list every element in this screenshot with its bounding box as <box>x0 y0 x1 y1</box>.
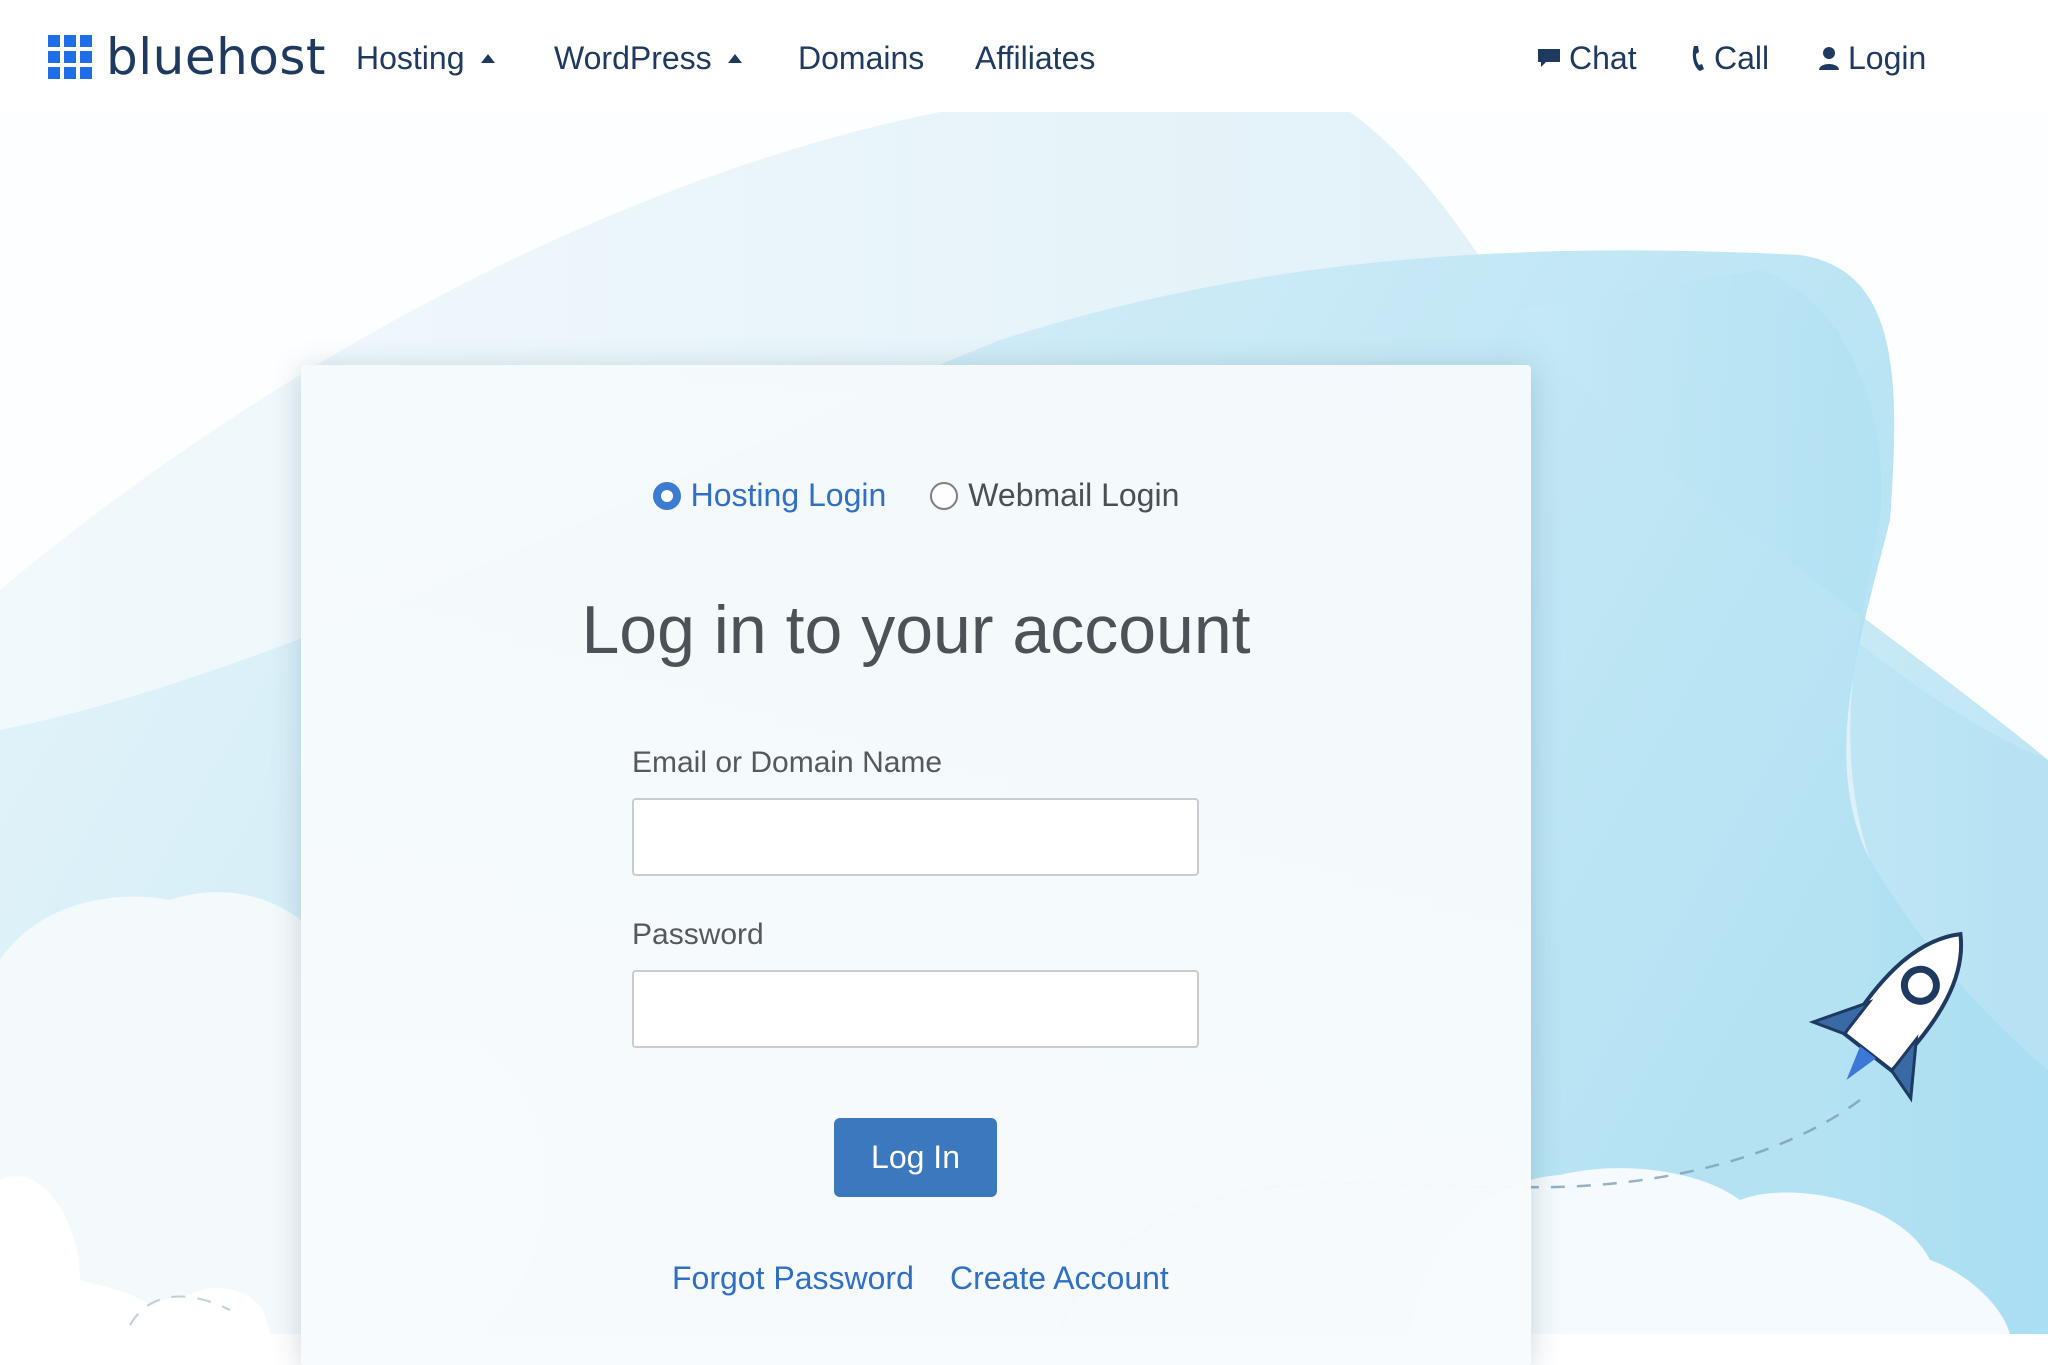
site-header: bluehost Hosting WordPress Domains Affil… <box>0 0 2048 112</box>
password-field-label: Password <box>632 918 764 951</box>
call-label: Call <box>1714 40 1770 76</box>
nav-domains[interactable]: Domains <box>798 38 924 78</box>
login-type-selector: Hosting Login Webmail Login <box>301 477 1531 514</box>
nav-wordpress-label: WordPress <box>554 40 712 76</box>
webmail-login-option[interactable]: Webmail Login <box>930 477 1179 514</box>
user-icon <box>1819 47 1839 70</box>
nav-wordpress[interactable]: WordPress <box>554 38 742 78</box>
hosting-login-option[interactable]: Hosting Login <box>652 477 887 514</box>
forgot-password-link[interactable]: Forgot Password <box>672 1258 914 1298</box>
nav-hosting-label: Hosting <box>356 40 465 76</box>
nav-affiliates[interactable]: Affiliates <box>975 38 1095 78</box>
hosting-login-label: Hosting Login <box>690 477 887 513</box>
phone-icon <box>1692 46 1704 71</box>
call-link[interactable]: Call <box>1688 38 1769 78</box>
caret-up-icon <box>727 53 742 63</box>
brand-logo[interactable]: bluehost <box>48 32 326 82</box>
page-title: Log in to your account <box>581 592 1251 668</box>
radio-unselected-icon[interactable] <box>930 481 959 510</box>
login-label: Login <box>1848 40 1927 76</box>
chat-bubble-icon <box>1538 49 1560 67</box>
chat-label: Chat <box>1569 40 1637 76</box>
nav-hosting[interactable]: Hosting <box>356 38 495 78</box>
email-field[interactable] <box>632 798 1199 876</box>
webmail-login-label: Webmail Login <box>968 477 1180 513</box>
chat-link[interactable]: Chat <box>1537 38 1637 78</box>
password-field[interactable] <box>632 970 1199 1048</box>
create-account-link[interactable]: Create Account <box>950 1258 1169 1298</box>
email-field-label: Email or Domain Name <box>632 746 943 779</box>
radio-selected-icon[interactable] <box>652 481 681 510</box>
logo-grid-icon <box>48 35 92 79</box>
login-button[interactable]: Log In <box>834 1118 997 1197</box>
brand-name: bluehost <box>106 28 327 86</box>
nav-affiliates-label: Affiliates <box>975 40 1096 76</box>
nav-domains-label: Domains <box>798 40 925 76</box>
login-card: Hosting Login Webmail Login Log in to yo… <box>301 365 1531 1365</box>
caret-up-icon <box>480 53 495 63</box>
login-link[interactable]: Login <box>1818 38 1926 78</box>
